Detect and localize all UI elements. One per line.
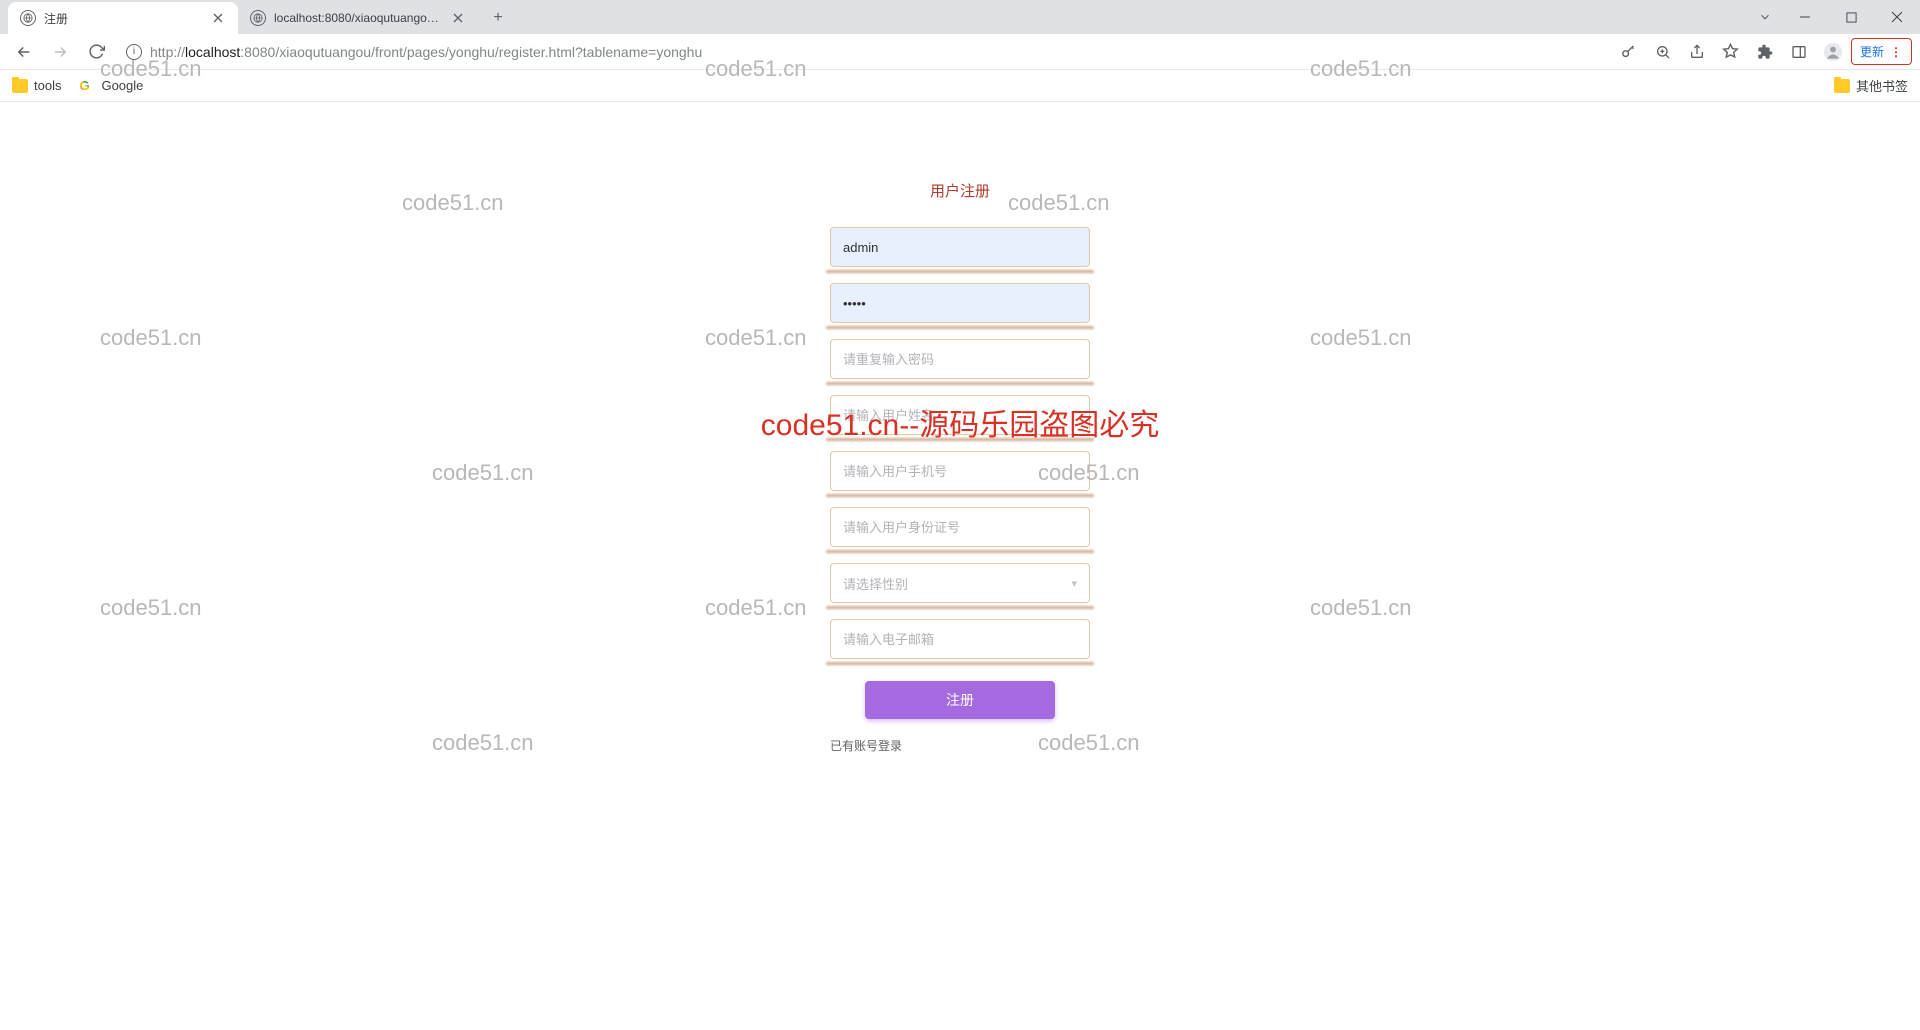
bookmarks-bar: tools G Google 其他书签 bbox=[0, 70, 1920, 102]
google-icon: G bbox=[79, 78, 95, 94]
back-button[interactable] bbox=[8, 36, 40, 68]
folder-icon bbox=[1834, 79, 1850, 93]
bookmark-label: Google bbox=[101, 78, 143, 93]
bookmark-star-icon[interactable] bbox=[1715, 36, 1747, 68]
toolbar: i http://localhost:8080/xiaoqutuangou/fr… bbox=[0, 34, 1920, 70]
register-form: 用户注册 请选择性别 ▾ 注册 已有账号登录 bbox=[830, 180, 1090, 754]
folder-icon bbox=[12, 79, 28, 93]
idcard-input[interactable] bbox=[830, 507, 1090, 547]
tab-localhost[interactable]: localhost:8080/xiaoqutuangou... bbox=[238, 2, 478, 34]
tabs-dropdown-icon[interactable] bbox=[1748, 0, 1782, 34]
profile-icon[interactable] bbox=[1817, 36, 1849, 68]
share-icon[interactable] bbox=[1681, 36, 1713, 68]
bookmark-tools[interactable]: tools bbox=[12, 78, 61, 93]
password-key-icon[interactable] bbox=[1613, 36, 1645, 68]
gender-select[interactable]: 请选择性别 ▾ bbox=[830, 563, 1090, 603]
bookmark-other[interactable]: 其他书签 bbox=[1834, 76, 1908, 95]
field-email bbox=[830, 619, 1090, 659]
form-title: 用户注册 bbox=[830, 180, 1090, 201]
minimize-button[interactable] bbox=[1782, 0, 1828, 34]
chevron-down-icon: ▾ bbox=[1071, 577, 1077, 590]
menu-dots-icon: ⋮ bbox=[1890, 45, 1903, 59]
update-label: 更新 bbox=[1860, 43, 1884, 60]
password-input[interactable] bbox=[830, 283, 1090, 323]
globe-icon bbox=[250, 10, 266, 26]
window-controls bbox=[1748, 0, 1920, 34]
register-button[interactable]: 注册 bbox=[865, 681, 1055, 719]
reload-button[interactable] bbox=[80, 36, 112, 68]
tab-title: 注册 bbox=[44, 10, 202, 27]
phone-input[interactable] bbox=[830, 451, 1090, 491]
forward-button[interactable] bbox=[44, 36, 76, 68]
close-window-button[interactable] bbox=[1874, 0, 1920, 34]
bookmark-label: tools bbox=[34, 78, 61, 93]
globe-icon bbox=[20, 10, 36, 26]
field-confirm-password bbox=[830, 339, 1090, 379]
maximize-button[interactable] bbox=[1828, 0, 1874, 34]
username-input[interactable] bbox=[830, 227, 1090, 267]
field-username bbox=[830, 227, 1090, 267]
confirm-password-input[interactable] bbox=[830, 339, 1090, 379]
zoom-icon[interactable] bbox=[1647, 36, 1679, 68]
new-tab-button[interactable]: + bbox=[484, 4, 512, 32]
close-icon[interactable] bbox=[450, 10, 466, 26]
browser-chrome: 注册 localhost:8080/xiaoqutuangou... + bbox=[0, 0, 1920, 102]
bookmark-label: 其他书签 bbox=[1856, 76, 1908, 95]
extensions-icon[interactable] bbox=[1749, 36, 1781, 68]
field-password bbox=[830, 283, 1090, 323]
site-info-icon[interactable]: i bbox=[126, 44, 142, 60]
name-input[interactable] bbox=[830, 395, 1090, 435]
close-icon[interactable] bbox=[210, 10, 226, 26]
url-text: http://localhost:8080/xiaoqutuangou/fron… bbox=[150, 44, 702, 60]
bookmark-google[interactable]: G Google bbox=[79, 78, 143, 94]
update-button[interactable]: 更新 ⋮ bbox=[1851, 38, 1912, 65]
field-name bbox=[830, 395, 1090, 435]
field-idcard bbox=[830, 507, 1090, 547]
tab-register[interactable]: 注册 bbox=[8, 2, 238, 34]
field-phone bbox=[830, 451, 1090, 491]
tab-title: localhost:8080/xiaoqutuangou... bbox=[274, 11, 442, 25]
field-gender: 请选择性别 ▾ bbox=[830, 563, 1090, 603]
gender-placeholder: 请选择性别 bbox=[843, 574, 908, 593]
side-panel-icon[interactable] bbox=[1783, 36, 1815, 68]
address-bar[interactable]: i http://localhost:8080/xiaoqutuangou/fr… bbox=[116, 37, 1609, 67]
login-link[interactable]: 已有账号登录 bbox=[830, 737, 1090, 754]
email-input[interactable] bbox=[830, 619, 1090, 659]
tab-strip: 注册 localhost:8080/xiaoqutuangou... + bbox=[0, 0, 1920, 34]
page-content: 用户注册 请选择性别 ▾ 注册 已有账号登录 bbox=[0, 102, 1920, 1030]
